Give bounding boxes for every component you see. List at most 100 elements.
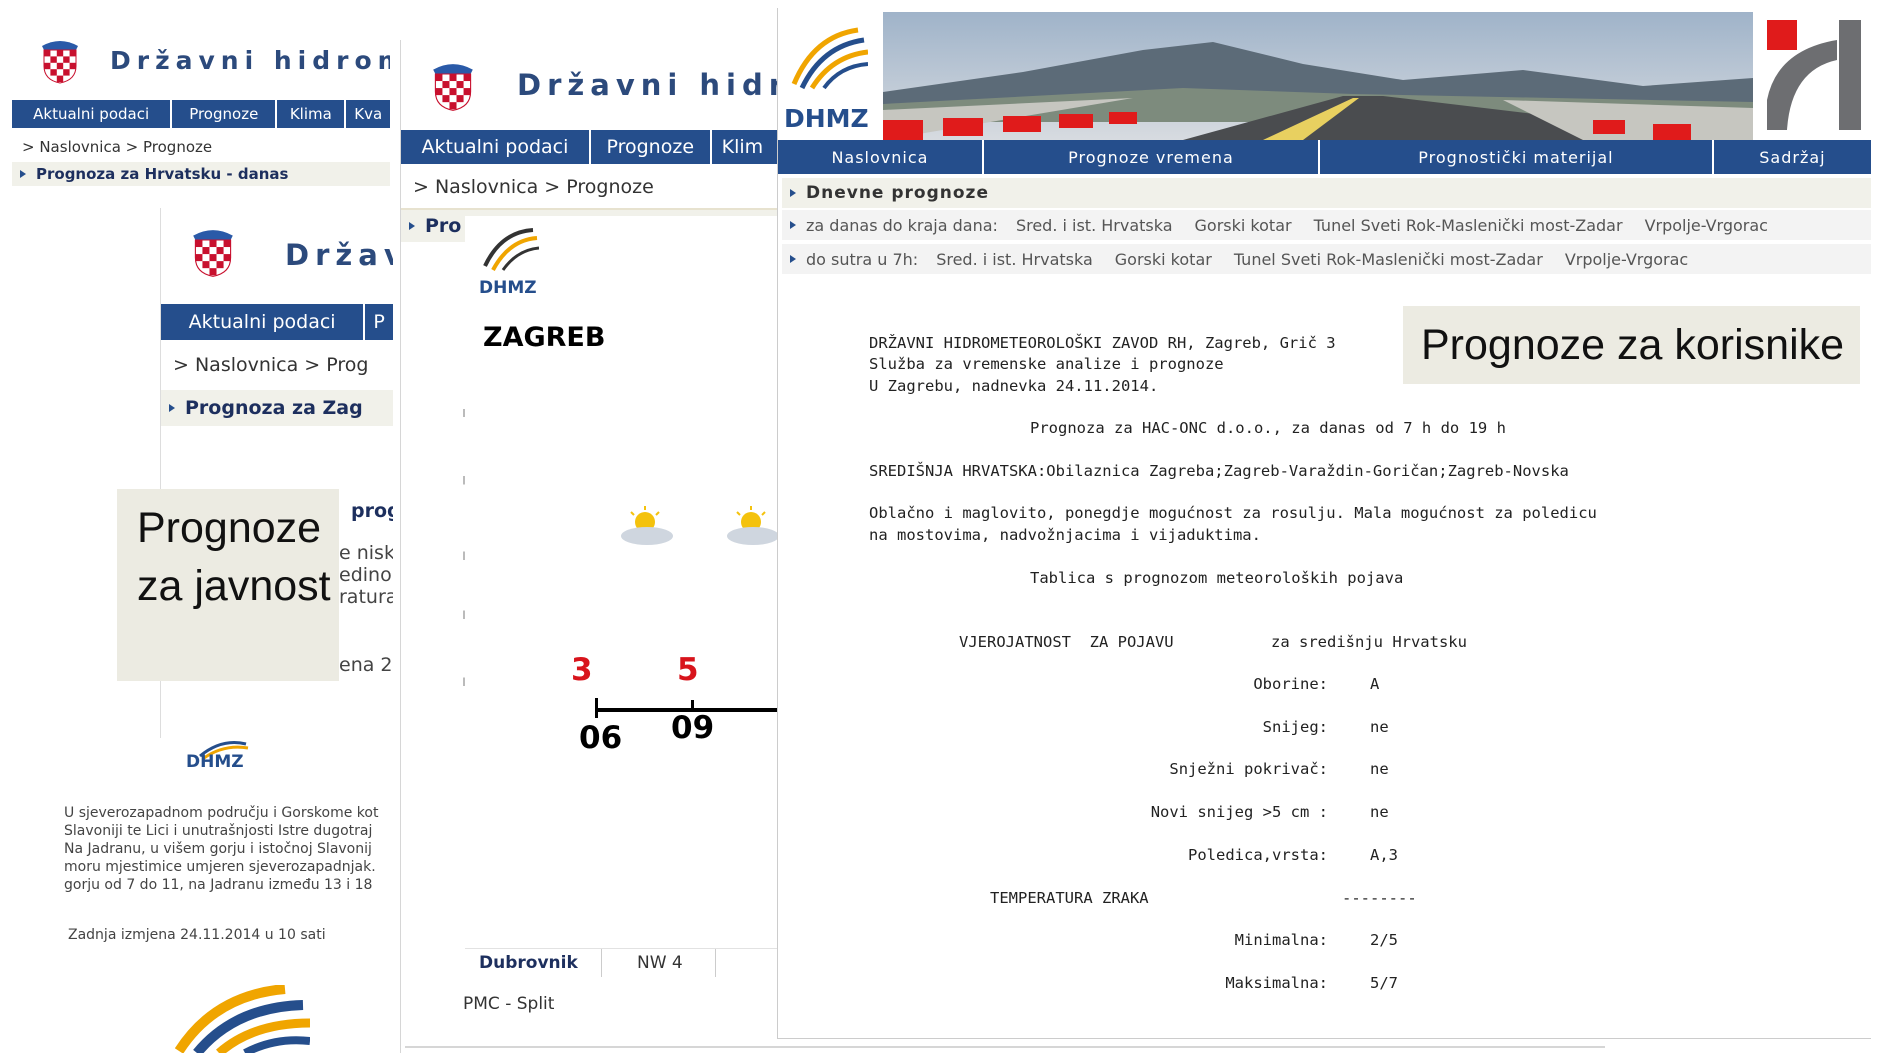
desc-line-1: Oblačno i maglovito, ponegdje mogućnost …	[869, 504, 1597, 522]
footer-logo-text: DHMZ	[186, 752, 244, 772]
header-line-3: U Zagrebu, nadnevka 24.11.2014.	[869, 377, 1159, 395]
table-title: Tablica s prognozom meteoroloških pojava	[1030, 569, 1404, 587]
section-header: Prognoza za Zag	[161, 390, 393, 426]
section-title[interactable]: Dnevne prognoze	[806, 183, 989, 203]
header-line-1: DRŽAVNI HIDROMETEOROLOŠKI ZAVOD RH, Zagr…	[869, 334, 1336, 352]
partly-cloudy-icon	[621, 506, 673, 545]
nav-prognoze[interactable]: P	[365, 304, 393, 340]
row-value-snjezni-pokrivac: ne	[1370, 760, 1389, 778]
text-line-2: Slavoniji te Lici i unutrašnjosti Istre …	[64, 823, 373, 839]
nav-prognoze-vremena[interactable]: Prognoze vremena	[984, 140, 1321, 174]
main-nav: Aktualni podaci P	[161, 304, 393, 340]
breadcrumb[interactable]: > Naslovnica > Prognoze	[413, 176, 654, 198]
link-sred-ist-hrvatska[interactable]: Sred. i ist. Hrvatska	[1016, 216, 1173, 235]
link-tunel-sveti-rok[interactable]: Tunel Sveti Rok-Maslenički most-Zadar	[1234, 250, 1543, 269]
temp-value-max: 5/7	[1370, 974, 1398, 992]
dhmz-logo-icon	[791, 27, 868, 90]
nav-klima[interactable]: Klim	[712, 130, 777, 164]
axis-tick	[595, 698, 598, 718]
row-label-snjezni-pokrivac: Snježni pokrivač:	[1169, 760, 1328, 778]
nav-prognosticki-materijal[interactable]: Prognostički materijal	[1320, 140, 1714, 174]
nav-prognoze[interactable]: Prognoze	[172, 100, 278, 128]
row-label: za danas do kraja dana:	[806, 215, 998, 235]
header-line-2: Služba za vremenske analize i prognoze	[869, 355, 1224, 373]
header-logo-text: DHMZ	[784, 104, 869, 133]
breadcrumb[interactable]: > Naslovnica > Prog	[173, 354, 368, 376]
nav-klima[interactable]: Klima	[277, 100, 347, 128]
pmc-label: PMC - Split	[463, 994, 555, 1014]
nav-sadrzaj[interactable]: Sadržaj	[1714, 140, 1871, 174]
croatia-coat-of-arms-icon	[42, 41, 78, 84]
fragment-4: ratura	[339, 586, 393, 608]
link-gorski-kotar[interactable]: Gorski kotar	[1115, 250, 1212, 269]
road-photo	[883, 12, 1753, 140]
temp-label-min: Minimalna:	[1234, 931, 1328, 949]
dhmz-swirl-logo-icon	[175, 985, 310, 1053]
link-vrpolje-vrgorac[interactable]: Vrpolje-Vrgorac	[1565, 250, 1688, 269]
triangle-bullet-icon	[790, 255, 796, 263]
hour-09: 09	[671, 710, 715, 746]
panel-edge	[405, 1046, 1605, 1048]
croatia-coat-of-arms-icon	[433, 64, 473, 111]
fragment-3: edino	[339, 564, 392, 586]
nav-naslovnica[interactable]: Naslovnica	[778, 140, 984, 174]
nav-prognoze[interactable]: Prognoze	[591, 130, 712, 164]
city-table-row: Dubrovnik NW 4	[465, 948, 777, 977]
callout-users-text: Prognoze za korisnike	[1421, 320, 1845, 369]
prob-label: VJEROJATNOST ZA POJAVU	[959, 633, 1174, 651]
link-sred-ist-hrvatska[interactable]: Sred. i ist. Hrvatska	[936, 250, 1093, 269]
fragment-2: e nisk	[339, 542, 393, 564]
nav-kvaliteta[interactable]: Kva	[346, 100, 390, 128]
fragment-5: ena 2	[339, 654, 393, 676]
triangle-bullet-icon	[20, 170, 26, 178]
region-line: SREDIŠNJA HRVATSKA:Obilaznica Zagreba;Za…	[869, 462, 1569, 480]
hour-06: 06	[579, 720, 623, 756]
section-title[interactable]: Prognoza za Zag	[185, 397, 363, 419]
table-divider	[601, 949, 602, 977]
text-line-1: U sjeverozapadnom području i Gorskome ko…	[64, 805, 379, 821]
row-value-poledica: A,3	[1370, 846, 1398, 864]
desc-line-2: na mostovima, nadvožnjacima i vijaduktim…	[869, 526, 1261, 544]
prob-scope: za središnju Hrvatsku	[1271, 633, 1467, 651]
forecast-graphic: DHMZ ZAGREB 3 5 06 09	[465, 216, 777, 796]
last-change: Zadnja izmjena 24.11.2014 u 10 sati	[68, 927, 326, 943]
main-nav: Aktualni podaci Prognoze Klima Kva	[12, 100, 390, 128]
croatia-coat-of-arms-icon	[193, 230, 233, 277]
section-title[interactable]: Pro	[425, 215, 461, 237]
site-title: Državni hidrome	[110, 46, 390, 75]
section-title[interactable]: Prognoza za Hrvatsku - danas	[36, 165, 288, 183]
table-wind: NW 4	[637, 953, 683, 973]
callout-public-text: Prognoze za javnost	[137, 504, 331, 610]
row-value-novi-snijeg: ne	[1370, 803, 1389, 821]
callout-public: Prognoze za javnost	[117, 489, 339, 681]
forecast-row-tomorrow: do sutra u 7h: Sred. i ist. Hrvatska Gor…	[782, 244, 1871, 274]
site-title: Držav	[285, 238, 393, 272]
link-vrpolje-vrgorac[interactable]: Vrpolje-Vrgorac	[1645, 216, 1768, 235]
temp-label: TEMPERATURA ZRAKA	[990, 889, 1149, 907]
city-name: ZAGREB	[483, 322, 606, 353]
row-value-oborine: A	[1370, 675, 1380, 693]
row-label-oborine: Oborine:	[1253, 675, 1328, 693]
triangle-bullet-icon	[790, 189, 796, 197]
row-label-novi-snijeg: Novi snijeg >5 cm :	[1150, 803, 1328, 821]
panel-city-forecast: Državni hidr Aktualni podaci Prognoze Kl…	[400, 40, 777, 1053]
callout-users: Prognoze za korisnike	[1403, 306, 1860, 384]
main-nav: Naslovnica Prognoze vremena Prognostički…	[778, 140, 1871, 174]
row-value-snijeg: ne	[1370, 718, 1389, 736]
row-label-snijeg: Snijeg:	[1262, 718, 1328, 736]
nav-aktualni-podaci[interactable]: Aktualni podaci	[12, 100, 173, 128]
table-city[interactable]: Dubrovnik	[479, 953, 578, 973]
link-gorski-kotar[interactable]: Gorski kotar	[1195, 216, 1292, 235]
triangle-bullet-icon	[169, 404, 175, 412]
site-title: Državni hidr	[517, 68, 777, 102]
nav-aktualni-podaci[interactable]: Aktualni podaci	[161, 304, 366, 340]
breadcrumb[interactable]: > Naslovnica > Prognoze	[22, 138, 212, 156]
nav-aktualni-podaci[interactable]: Aktualni podaci	[401, 130, 591, 164]
triangle-bullet-icon	[409, 222, 415, 230]
link-tunel-sveti-rok[interactable]: Tunel Sveti Rok-Maslenički most-Zadar	[1314, 216, 1623, 235]
section-header: Dnevne prognoze	[782, 178, 1871, 208]
temp-09: 5	[677, 652, 699, 688]
temp-06: 3	[571, 652, 593, 688]
forecast-title: Prognoza za HAC-ONC d.o.o., za danas od …	[1030, 419, 1506, 437]
side-marks	[463, 350, 465, 770]
